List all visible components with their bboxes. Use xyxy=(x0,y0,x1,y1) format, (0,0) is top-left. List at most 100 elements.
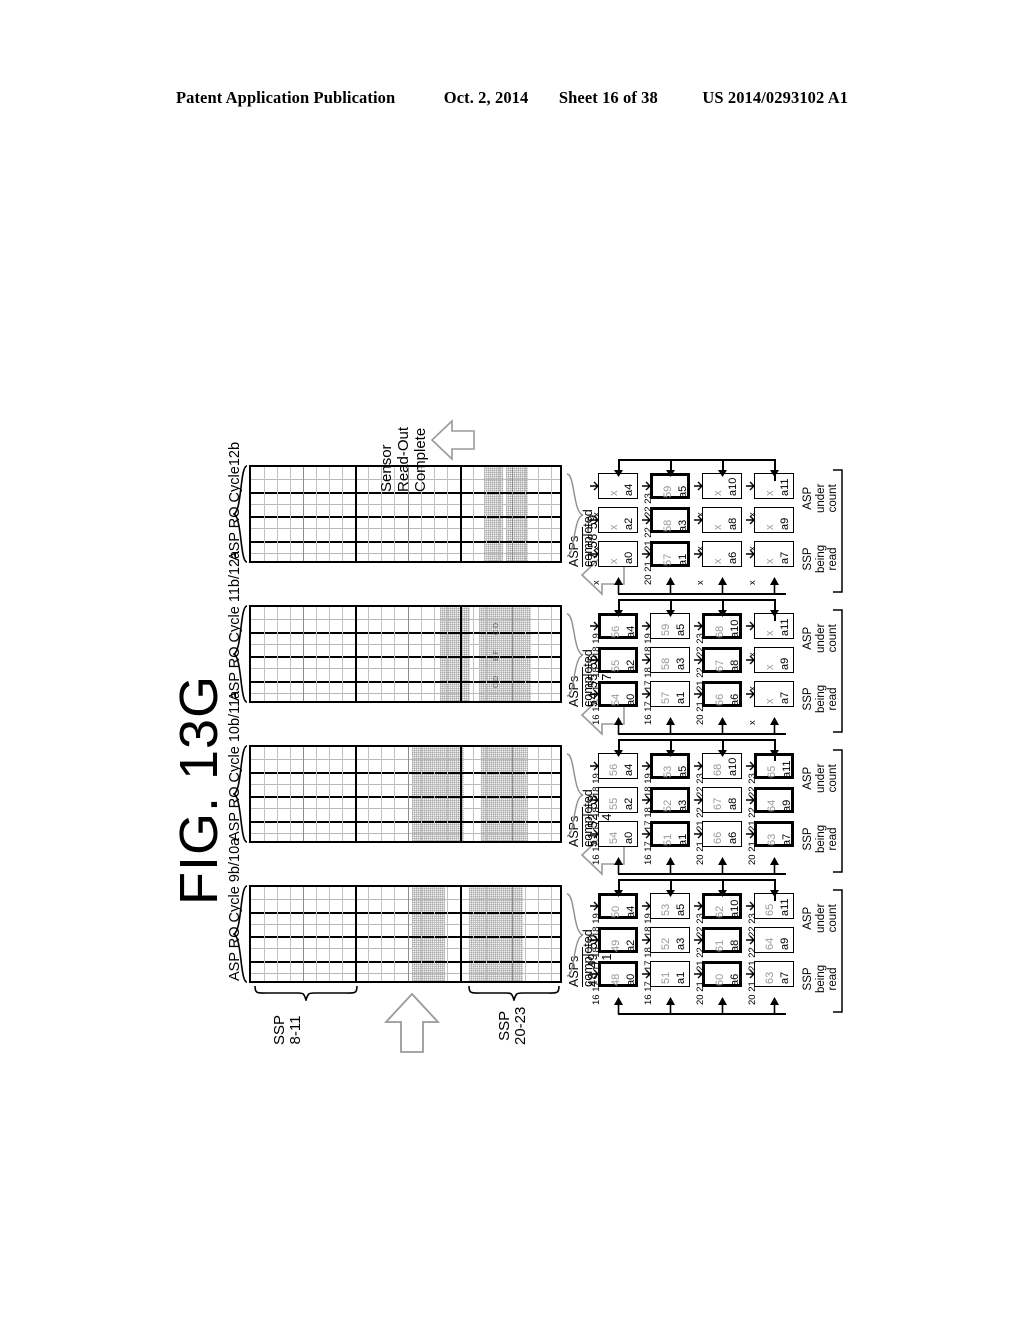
grid-col-3-4 xyxy=(303,467,305,561)
grid-col-3-15 xyxy=(446,467,448,561)
register-name-a6-panel-1: a6 xyxy=(727,831,739,844)
grid-col-2-23 xyxy=(550,607,552,701)
register-tick-a7-panel-1: 20 21 xyxy=(747,841,758,865)
register-clock-bus-3 xyxy=(618,459,774,461)
register-name-a10-panel-2: a10 xyxy=(729,619,741,638)
grid-col-2-6 xyxy=(329,607,331,701)
register-tick-a5-panel-3: 22 23 xyxy=(643,493,654,517)
figure-title: FIG. 13G xyxy=(169,674,229,905)
grid-col-3-2 xyxy=(277,467,279,561)
cycle-label-1: ASP RO Cycle 10b/11a xyxy=(227,690,243,841)
grid-col-1-20 xyxy=(511,747,513,841)
grid-col-2-1 xyxy=(264,607,266,701)
register-value-a10-panel-2: 68 xyxy=(714,625,726,638)
register-name-a5-panel-2: a5 xyxy=(675,623,687,636)
register-clock-arrowhead-2-2 xyxy=(717,609,728,618)
register-a6-panel-3: x a6 xyxy=(702,541,742,567)
ssp-advance-bus-1 xyxy=(618,873,786,875)
grid-band-divider-2-2 xyxy=(251,656,560,658)
grid-col-3-18 xyxy=(485,467,487,561)
grid-col-1-3 xyxy=(290,747,292,841)
grid-col-2-15 xyxy=(446,607,448,701)
cycle-label-3: ASP RO Cycle12b xyxy=(227,441,243,561)
register-tick-a6-panel-0: 20 21 xyxy=(695,981,706,1005)
grid-col-1-13 xyxy=(420,747,422,841)
register-a8-panel-3: x a8 xyxy=(702,507,742,533)
ssp-left-label: SSP 8-11 xyxy=(271,1015,304,1045)
register-caption-asp-under-count-3-line-1: under xyxy=(814,483,827,513)
register-feed-arrow-a4-panel-3 xyxy=(590,481,599,491)
sensor-readout-complete-label-line-2: Complete xyxy=(412,427,429,492)
register-a9-panel-3: x a9 xyxy=(754,507,794,533)
register-a7-panel-1: 63 a7 xyxy=(754,821,794,847)
register-name-a1-panel-3: a1 xyxy=(677,553,689,566)
grid-col-3-17 xyxy=(472,467,474,561)
register-value-a3-panel-0: 52 xyxy=(660,937,672,950)
register-name-a0-panel-2: a0 xyxy=(625,693,637,706)
grid-col-2-2 xyxy=(277,607,279,701)
register-caption-asp-under-count-0-line-0: ASP xyxy=(802,906,814,930)
grid-col-3-14 xyxy=(433,467,435,561)
sensor-readout-complete-label-line-1: Read-Out xyxy=(395,426,412,492)
ssp-advance-bus-2 xyxy=(618,733,786,735)
grid-col-1-1 xyxy=(264,747,266,841)
register-tick-a9-panel-3: x xyxy=(747,546,758,551)
register-clock-arrowhead-3-1 xyxy=(665,469,676,478)
timeline-grid-panel-1 xyxy=(249,745,562,843)
register-name-a6-panel-0: a6 xyxy=(729,973,741,986)
grid-col-0-2 xyxy=(277,887,279,981)
grid-col-2-20 xyxy=(511,607,513,701)
register-tick-a8-panel-0: 21 22 xyxy=(695,947,706,971)
grid-cell-mark-2-1: E F xyxy=(493,650,501,662)
register-a7-panel-2: x a7 xyxy=(754,681,794,707)
ssp-left-brace xyxy=(254,985,358,1001)
grid-shaded-region-1-1 xyxy=(481,747,528,841)
register-tick-a9-panel-0: 21 22 xyxy=(747,947,758,971)
register-clock-arrowhead-3-2 xyxy=(717,469,728,478)
register-name-a5-panel-1: a5 xyxy=(677,765,689,778)
grid-col-0-9 xyxy=(368,887,370,981)
register-name-a11-panel-3: a11 xyxy=(779,478,791,496)
register-tick-a11-panel-0: 22 23 xyxy=(747,913,758,937)
register-panel-1: 54 a0 16 17 55 a2 17 18 56 a4 18 19 51 a1 16 17 52 a3… xyxy=(588,739,826,881)
register-value-a5-panel-2: 59 xyxy=(660,623,672,636)
timeline-grid-panel-2: C D E F C D E F xyxy=(249,605,562,703)
register-value-a1-panel-2: 57 xyxy=(660,691,672,704)
register-tick-a3-panel-1: 17 18 xyxy=(643,807,654,831)
register-clock-arrowhead-1-1 xyxy=(665,749,676,758)
grid-col-1-21 xyxy=(524,747,526,841)
grid-col-3-8 xyxy=(355,467,358,561)
register-caption-ssp-being-read-2-line-1: being xyxy=(814,684,827,713)
grid-subrow-2-1 xyxy=(251,643,560,645)
ssp-right-brace xyxy=(468,985,560,1001)
register-clock-arrowhead-2-1 xyxy=(665,609,676,618)
grid-col-0-17 xyxy=(472,887,474,981)
register-value-a3-panel-3: 58 xyxy=(662,519,674,532)
register-a1-panel-2: 57 a1 xyxy=(650,681,690,707)
register-a0-panel-1: 54 a0 xyxy=(598,821,638,847)
register-a6-panel-1: 66 a6 xyxy=(702,821,742,847)
grid-col-2-17 xyxy=(472,607,474,701)
register-tick-a8-panel-3: x xyxy=(695,546,706,551)
register-name-a0-panel-1: a0 xyxy=(623,831,635,844)
register-name-a6-panel-2: a6 xyxy=(729,693,741,706)
register-tick-a2-panel-3: x xyxy=(591,546,602,551)
register-value-a11-panel-3: x xyxy=(764,490,776,497)
register-caption-ssp-being-read-3-line-1: being xyxy=(814,544,827,573)
register-a0-panel-2: 54 a0 xyxy=(598,681,638,707)
register-tick-a8-panel-1: 21 22 xyxy=(695,807,706,831)
register-tick-a4-panel-1: 18 19 xyxy=(591,773,602,797)
register-a1-panel-0: 51 a1 xyxy=(650,961,690,987)
grid-to-register-link-1 xyxy=(566,753,584,837)
register-value-a1-panel-3: 57 xyxy=(662,553,674,566)
grid-subrow-1-3 xyxy=(251,832,560,834)
sensor-readout-complete-label-line-0: Sensor xyxy=(378,444,395,492)
register-a3-panel-1: 52 a3 xyxy=(650,787,690,813)
register-value-a0-panel-0: 48 xyxy=(610,973,622,986)
grid-band-divider-0-2 xyxy=(251,936,560,938)
register-tick-a7-panel-2: x xyxy=(747,720,758,725)
register-value-a1-panel-1: 51 xyxy=(662,833,674,846)
register-panel-3: x a0 x x a2 x x a4 x 57 a1 20 21 58 a3 21 22 59 a5 22 23 x… xyxy=(588,459,826,601)
register-name-a4-panel-3: a4 xyxy=(623,483,635,496)
grid-to-register-link-3 xyxy=(566,473,584,557)
